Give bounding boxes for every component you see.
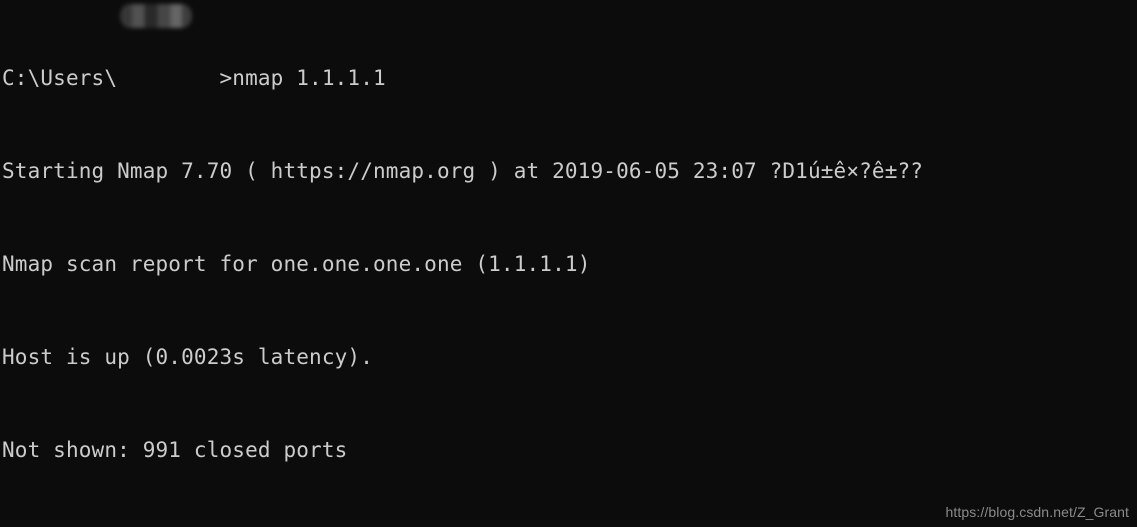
terminal-window[interactable]: C:\Users\ >nmap 1.1.1.1 Starting Nmap 7.… <box>0 0 1137 527</box>
console-line-starting: Starting Nmap 7.70 ( https://nmap.org ) … <box>2 159 924 183</box>
console-line-prompt: C:\Users\ >nmap 1.1.1.1 <box>2 66 386 90</box>
console-line-not-shown: Not shown: 991 closed ports <box>2 438 348 462</box>
console-output: C:\Users\ >nmap 1.1.1.1 Starting Nmap 7.… <box>2 1 923 527</box>
blog-watermark: https://blog.csdn.net/Z_Grant <box>945 504 1129 520</box>
console-line-host-up: Host is up (0.0023s latency). <box>2 345 373 369</box>
console-line-scan-report: Nmap scan report for one.one.one.one (1.… <box>2 252 591 276</box>
